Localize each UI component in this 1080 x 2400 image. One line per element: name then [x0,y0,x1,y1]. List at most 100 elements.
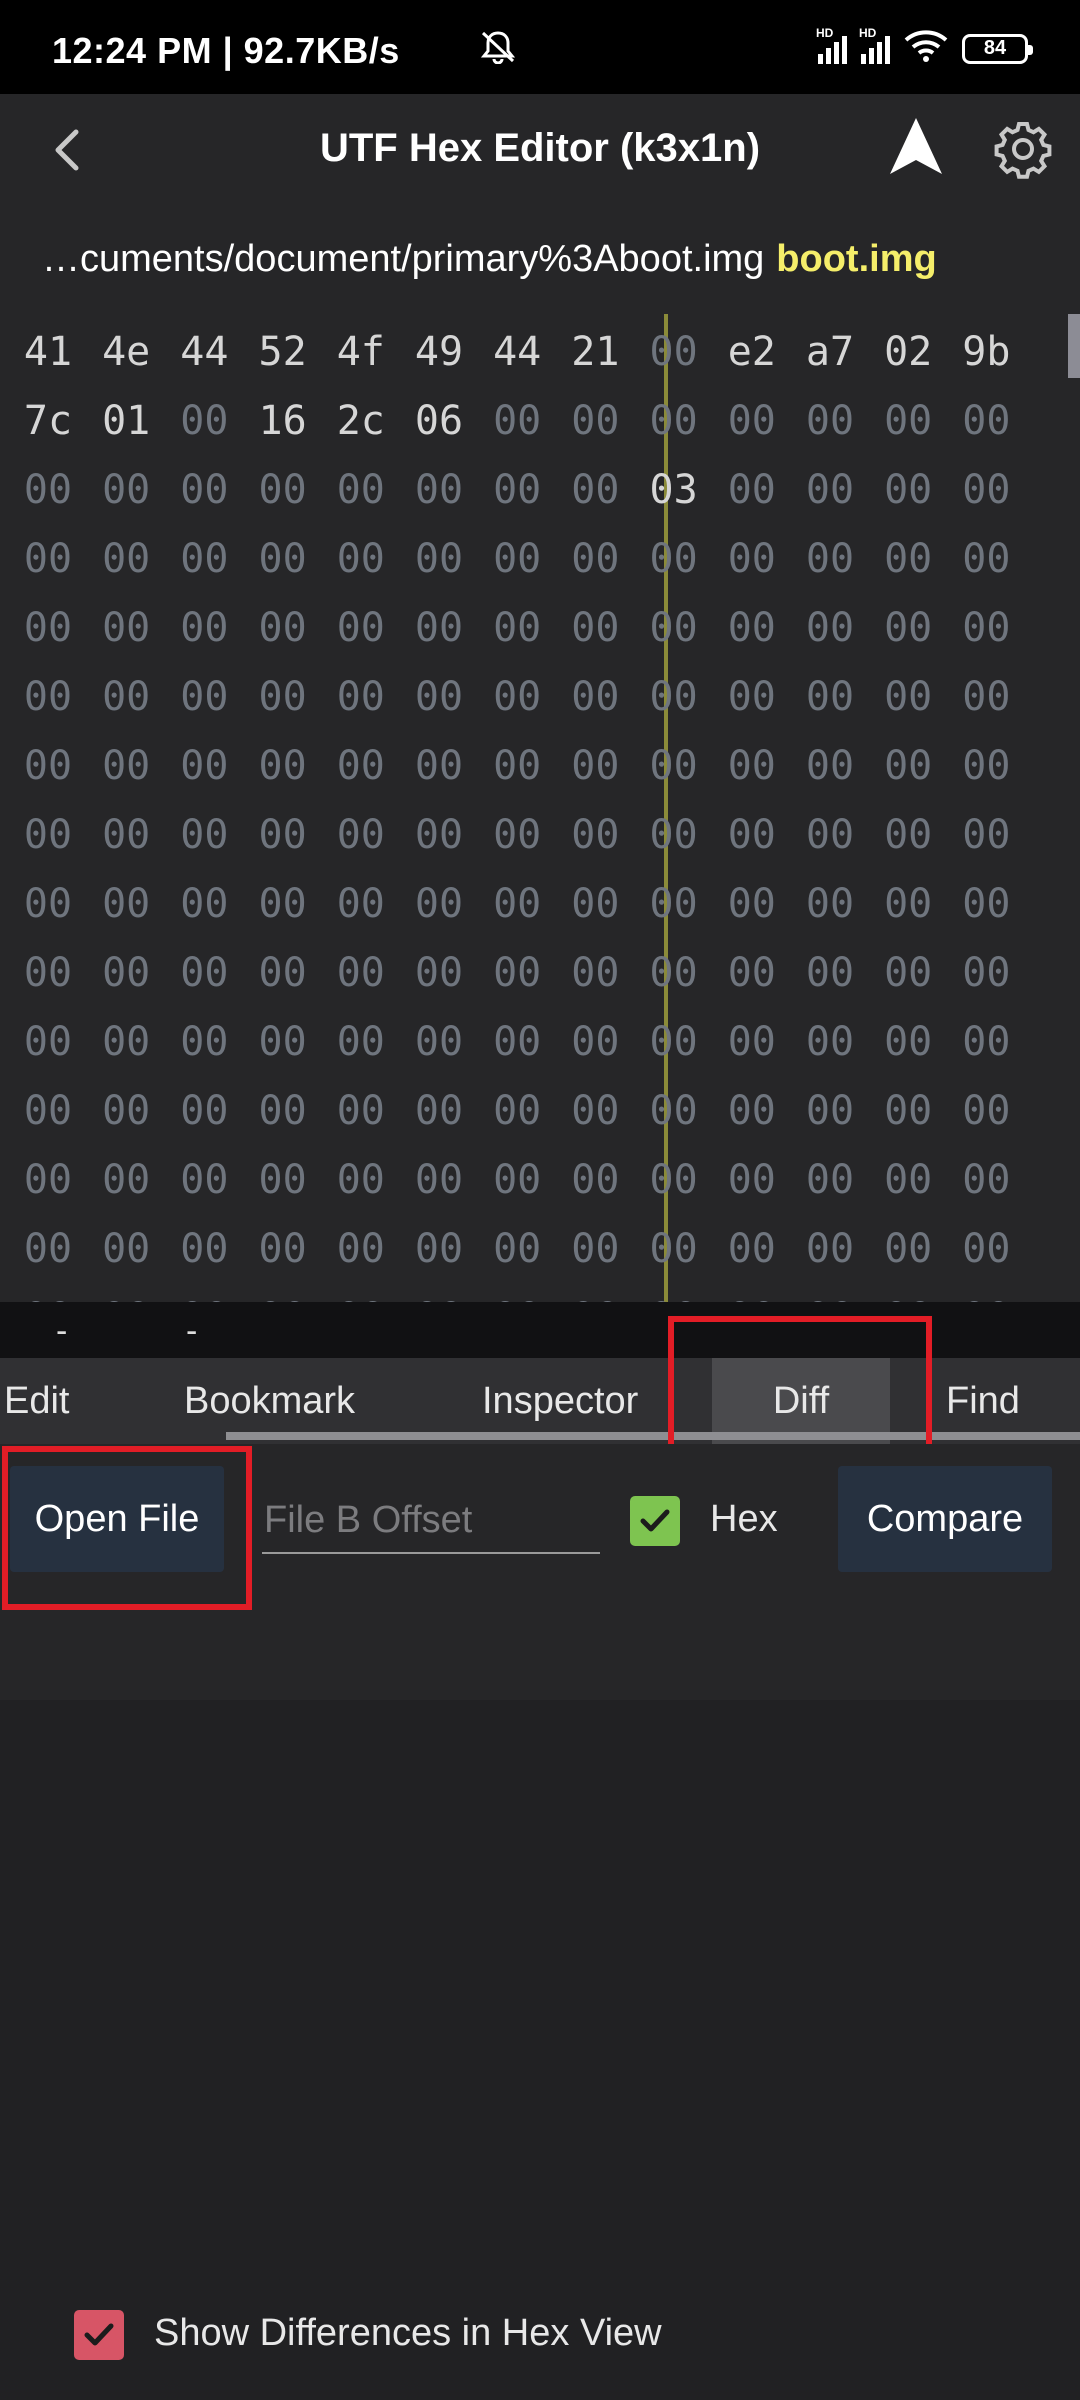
hex-byte[interactable]: 00 [722,1288,782,1302]
hex-byte[interactable]: 00 [18,529,78,589]
hex-byte[interactable]: 00 [18,1288,78,1302]
hex-byte[interactable]: 00 [174,874,234,934]
hex-byte[interactable]: 00 [331,943,391,1003]
hex-byte[interactable]: 00 [956,1288,1016,1302]
compare-button[interactable]: Compare [838,1466,1052,1572]
hex-byte[interactable]: 00 [487,874,547,934]
hex-byte[interactable]: 00 [487,1012,547,1072]
hex-byte[interactable]: 00 [878,874,938,934]
hex-byte[interactable]: 00 [96,1150,156,1210]
hex-byte[interactable]: 00 [331,1012,391,1072]
hex-byte[interactable]: 00 [331,874,391,934]
hex-byte[interactable]: 00 [878,391,938,451]
hex-byte[interactable]: 00 [174,943,234,1003]
hex-byte[interactable]: 00 [644,1288,704,1302]
hex-byte[interactable]: 00 [409,598,469,658]
hex-byte[interactable]: 00 [487,1219,547,1279]
hex-byte[interactable]: 00 [409,667,469,727]
hex-byte[interactable]: 00 [253,667,313,727]
hex-byte[interactable]: 00 [722,1012,782,1072]
hex-byte[interactable]: 00 [331,1288,391,1302]
hex-byte[interactable]: 00 [800,1012,860,1072]
hex-byte[interactable]: 00 [18,874,78,934]
hex-byte[interactable]: 00 [409,874,469,934]
hex-byte[interactable]: 00 [331,529,391,589]
hex-byte[interactable]: 00 [487,1150,547,1210]
hex-byte[interactable]: 00 [253,1288,313,1302]
hex-byte[interactable]: 00 [18,805,78,865]
hex-byte[interactable]: 00 [96,529,156,589]
hex-byte[interactable]: 00 [644,322,704,382]
hex-byte[interactable]: 00 [565,1012,625,1072]
hex-byte[interactable]: 00 [644,667,704,727]
hex-byte[interactable]: 21 [565,322,625,382]
hex-byte[interactable]: 16 [253,391,313,451]
hex-byte[interactable]: 00 [800,943,860,1003]
hex-byte[interactable]: 00 [878,805,938,865]
hex-byte[interactable]: 00 [565,1219,625,1279]
hex-byte[interactable]: 00 [409,1012,469,1072]
hex-byte[interactable]: 00 [96,460,156,520]
hex-byte[interactable]: 00 [253,598,313,658]
hex-byte[interactable]: 03 [644,460,704,520]
hex-byte[interactable]: 00 [644,736,704,796]
hex-byte[interactable]: 01 [96,391,156,451]
hex-byte[interactable]: 00 [253,1219,313,1279]
hex-byte[interactable]: 41 [18,322,78,382]
hex-byte[interactable]: 00 [331,805,391,865]
hex-byte[interactable]: 00 [174,460,234,520]
hex-byte[interactable]: 7c [18,391,78,451]
hex-byte[interactable]: 00 [878,1219,938,1279]
hex-byte[interactable]: 00 [800,529,860,589]
hex-byte[interactable]: 00 [174,736,234,796]
hex-byte[interactable]: 00 [487,391,547,451]
hex-byte[interactable]: 44 [174,322,234,382]
hex-byte[interactable]: 00 [800,1150,860,1210]
hex-byte[interactable]: 00 [800,460,860,520]
hex-byte[interactable]: 00 [487,460,547,520]
hex-byte[interactable]: 00 [409,805,469,865]
hex-byte[interactable]: 00 [722,1219,782,1279]
hex-byte[interactable]: 00 [253,460,313,520]
hex-byte[interactable]: 00 [18,943,78,1003]
hex-byte[interactable]: 00 [878,1081,938,1141]
hex-byte[interactable]: 00 [331,460,391,520]
hex-byte[interactable]: 00 [409,529,469,589]
hex-byte[interactable]: 00 [331,1081,391,1141]
hex-byte[interactable]: 00 [722,460,782,520]
hex-byte[interactable]: 00 [487,598,547,658]
hex-byte[interactable]: 00 [96,874,156,934]
hex-byte[interactable]: 00 [409,1219,469,1279]
hex-byte[interactable]: 00 [96,667,156,727]
hex-byte[interactable]: 4e [96,322,156,382]
hex-byte[interactable]: 00 [565,1288,625,1302]
hex-byte[interactable]: 00 [174,598,234,658]
hex-byte[interactable]: 00 [644,805,704,865]
hex-byte[interactable]: 00 [96,805,156,865]
hex-byte[interactable]: 00 [800,805,860,865]
hex-byte[interactable]: 44 [487,322,547,382]
hex-byte[interactable]: 00 [18,460,78,520]
hex-byte[interactable]: 00 [253,1081,313,1141]
hex-byte[interactable]: 00 [174,667,234,727]
hex-byte[interactable]: 00 [565,805,625,865]
hex-byte[interactable]: 00 [565,874,625,934]
hex-byte[interactable]: 00 [96,736,156,796]
hex-byte[interactable]: 00 [644,598,704,658]
hex-byte[interactable]: 00 [956,736,1016,796]
hex-byte[interactable]: 00 [174,1081,234,1141]
hex-byte[interactable]: 00 [565,943,625,1003]
hex-byte[interactable]: 00 [174,529,234,589]
hex-byte[interactable]: 00 [722,391,782,451]
hex-byte[interactable]: 00 [878,529,938,589]
hex-byte[interactable]: 00 [644,1012,704,1072]
hex-byte[interactable]: 00 [644,1219,704,1279]
hex-byte[interactable]: 00 [878,943,938,1003]
hex-byte[interactable]: 00 [565,391,625,451]
hex-byte[interactable]: 00 [253,943,313,1003]
hex-byte[interactable]: 00 [878,460,938,520]
hex-byte[interactable]: 00 [174,1150,234,1210]
hex-byte[interactable]: 00 [487,1288,547,1302]
hex-byte[interactable]: 00 [800,598,860,658]
hex-byte[interactable]: 00 [644,1150,704,1210]
